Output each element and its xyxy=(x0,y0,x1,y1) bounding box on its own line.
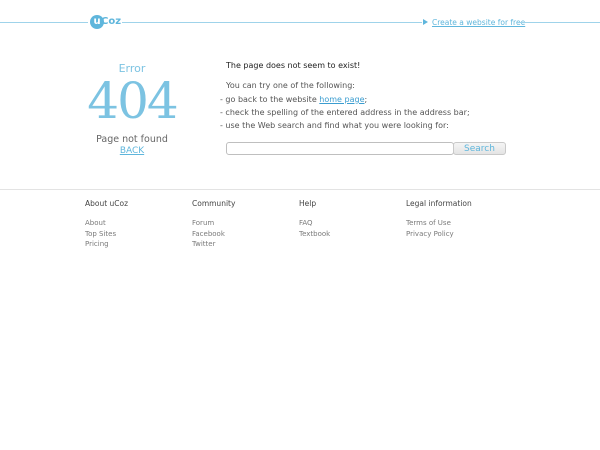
footer-link-faq[interactable]: FAQ xyxy=(299,218,399,229)
ucoz-logo[interactable]: u Coz xyxy=(88,13,122,33)
create-website-link[interactable]: Create a website for free xyxy=(432,17,525,28)
back-link[interactable]: BACK xyxy=(84,146,180,156)
home-page-link[interactable]: home page xyxy=(319,95,364,104)
footer-heading-legal: Legal information xyxy=(406,199,472,208)
footer-col-community: Community Forum Facebook Twitter xyxy=(192,199,292,250)
footer-link-about[interactable]: About xyxy=(85,218,185,229)
footer-link-terms[interactable]: Terms of Use xyxy=(406,218,506,229)
option-home-prefix: - go back to the website xyxy=(220,95,320,104)
option-search: - use the Web search and find what you w… xyxy=(220,121,449,130)
header-line-middle xyxy=(122,22,422,23)
page-not-found-text: Page not found xyxy=(96,134,168,145)
header-line-left xyxy=(0,22,88,23)
footer-col-help: Help FAQ Textbook xyxy=(299,199,399,239)
footer-heading-community: Community xyxy=(192,199,236,208)
footer-link-forum[interactable]: Forum xyxy=(192,218,292,229)
footer-link-textbook[interactable]: Textbook xyxy=(299,229,399,240)
header-line-right xyxy=(516,22,600,23)
footer-link-privacy[interactable]: Privacy Policy xyxy=(406,229,506,240)
footer-link-pricing[interactable]: Pricing xyxy=(85,239,185,250)
search-input[interactable] xyxy=(226,142,454,155)
option-home-suffix: ; xyxy=(364,95,368,104)
header: u Coz Create a website for free xyxy=(0,0,600,46)
footer-link-facebook[interactable]: Facebook xyxy=(192,229,292,240)
footer-heading-help: Help xyxy=(299,199,317,208)
error-code: 404 xyxy=(87,72,178,130)
option-home: - go back to the website home page; xyxy=(220,95,367,104)
search-button[interactable]: Search xyxy=(453,142,506,155)
message-title: The page does not seem to exist! xyxy=(226,61,361,70)
footer-link-twitter[interactable]: Twitter xyxy=(192,239,292,250)
footer-divider xyxy=(0,189,600,190)
option-spelling: - check the spelling of the entered addr… xyxy=(220,108,470,117)
footer-col-legal: Legal information Terms of Use Privacy P… xyxy=(406,199,506,239)
footer-col-about: About uCoz About Top Sites Pricing xyxy=(85,199,185,250)
arrow-right-icon xyxy=(423,19,428,25)
footer-heading-about: About uCoz xyxy=(85,199,129,208)
footer-link-top-sites[interactable]: Top Sites xyxy=(85,229,185,240)
logo-text: Coz xyxy=(101,16,122,27)
try-text: You can try one of the following: xyxy=(226,81,355,90)
